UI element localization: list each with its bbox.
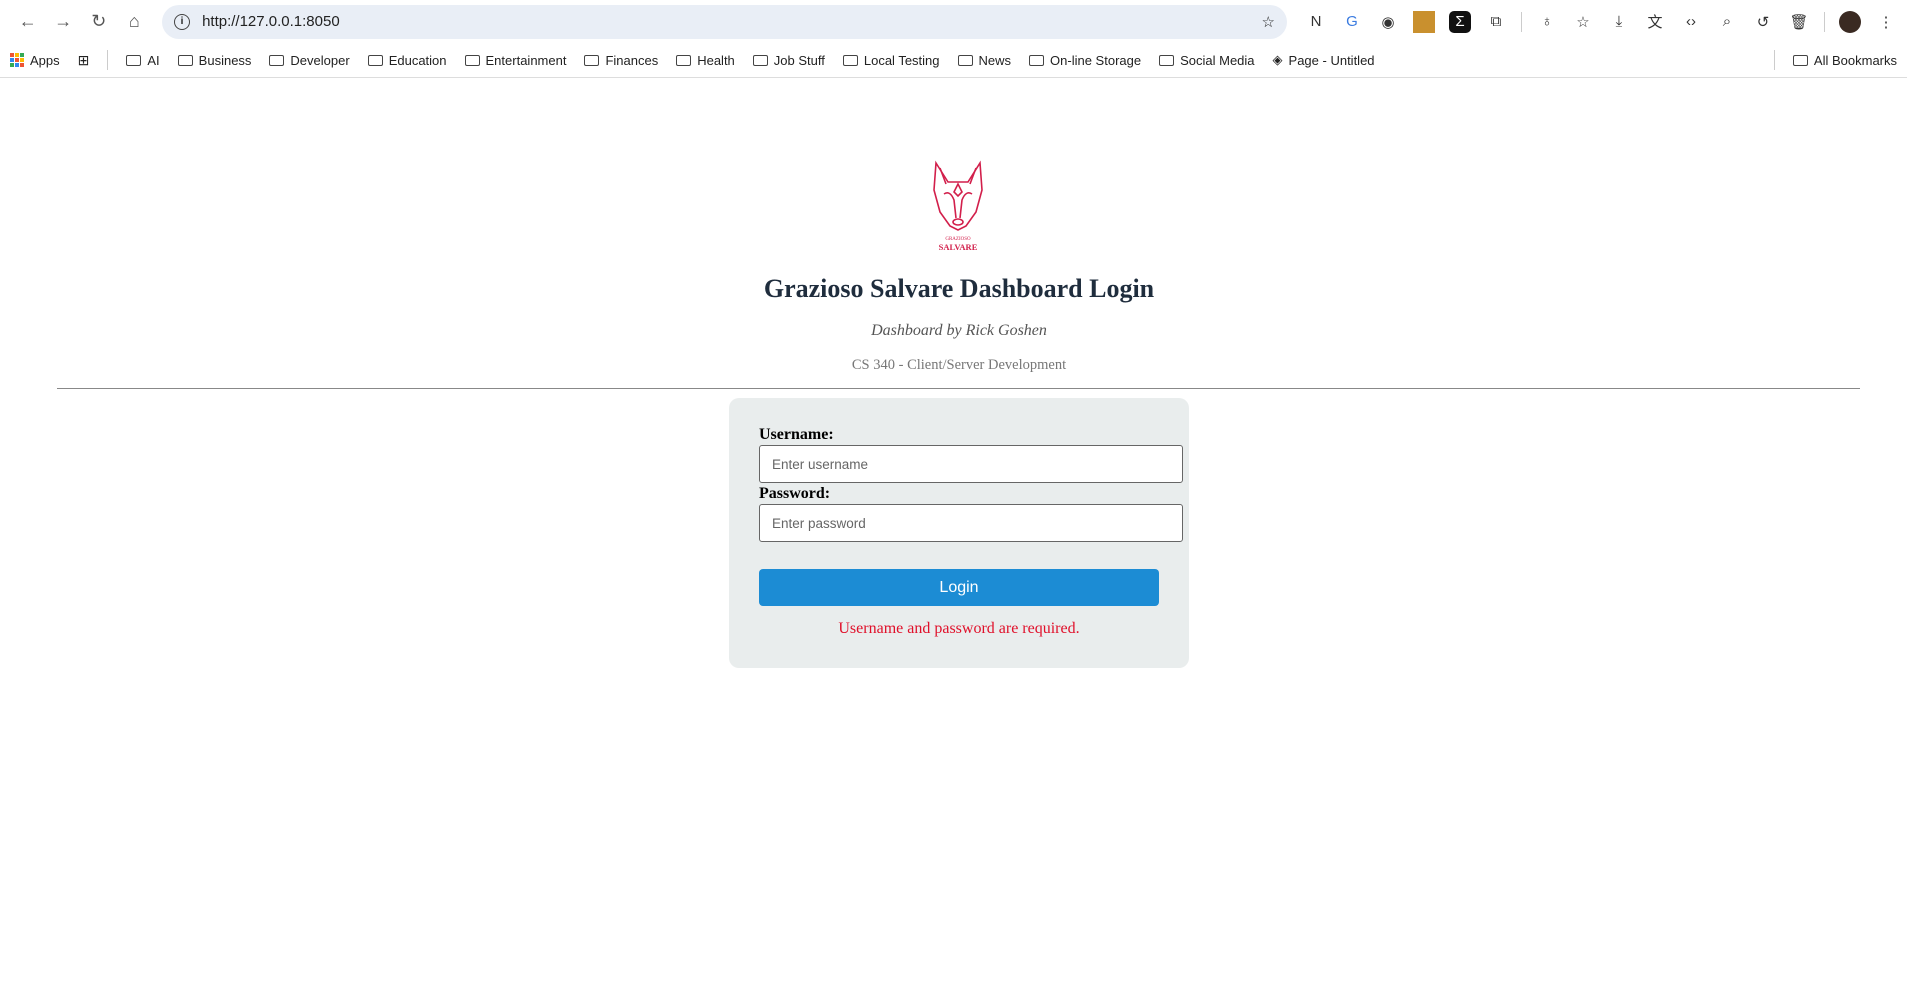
divider [1773,50,1775,70]
back-icon[interactable]: ← [10,4,46,40]
bookmark-folders: AI Business Developer Education Entertainmen… [126,52,1255,68]
folder-icon [957,54,973,66]
translate-page-icon[interactable]: 文 [1644,11,1666,33]
download-icon[interactable]: ⤓ [1608,11,1630,33]
bookmark-star-icon[interactable]: ☆ [1262,13,1275,31]
bookmark-label: Page - Untitled [1288,52,1375,68]
username-input[interactable] [759,445,1183,483]
login-card: Username: Password: Login Username and p… [729,398,1189,668]
tab-groups-icon[interactable]: ⊞ [78,52,90,69]
site-info-icon[interactable]: i [174,13,191,30]
author-subtitle: Dashboard by Rick Goshen [871,322,1047,339]
bookmark-folder[interactable]: Local Testing [842,52,940,68]
translate-icon[interactable]: G [1341,11,1363,33]
apps-icon [10,53,24,67]
page-title: Grazioso Salvare Dashboard Login [763,274,1155,303]
folder-icon [584,54,600,66]
bookmark-folder[interactable]: Education [367,52,447,68]
folder-icon [1029,54,1045,66]
folder-icon [1792,54,1808,66]
sigma-icon[interactable]: Σ [1449,10,1471,33]
bookmark-folder[interactable]: News [957,52,1012,68]
username-label: Username: [759,426,834,443]
bookmark-label: All Bookmarks [1813,52,1897,68]
bookmark-folder[interactable]: Health [676,53,735,68]
password-input[interactable] [759,504,1183,542]
incognito-icon[interactable]: ♁ [1536,11,1558,33]
bookmark-label: Finances [605,52,659,68]
folder-icon [676,54,692,66]
course-label: CS 340 - Client/Server Development [851,357,1067,373]
bookmark-label: Entertainment [485,52,567,68]
folder-icon [752,54,768,66]
bookmarks-star-icon[interactable]: ☆ [1572,11,1594,33]
code-icon[interactable]: ‹› [1680,11,1702,33]
folder-icon [1159,54,1175,66]
divider [57,388,1860,389]
browser-toolbar: ← → ↻ ⌂ i http://127.0.0.1:8050 ☆ N G ◉ … [0,0,1907,43]
all-bookmarks[interactable]: All Bookmarks [1792,52,1897,68]
bookmark-label: Apps [30,52,60,68]
divider [1824,11,1825,32]
history-icon[interactable]: ↺ [1752,11,1774,33]
bookmark-folder[interactable]: Developer [269,52,350,68]
address-bar[interactable]: i http://127.0.0.1:8050 ☆ [162,4,1287,39]
bookmark-folder[interactable]: Social Media [1159,52,1255,68]
bookmark-label: Health [697,52,735,68]
folder-icon [842,54,858,66]
bookmark-folder[interactable]: Entertainment [464,52,567,68]
folder-icon [269,54,285,66]
folder-icon [367,54,383,66]
bookmark-folder[interactable]: Finances [584,53,658,68]
image-extension-icon[interactable] [1413,10,1435,33]
folder-icon [177,54,193,66]
bookmark-label: News [978,52,1012,68]
bookmark-folder[interactable]: On-line Storage [1029,53,1141,68]
logo-text-line2: SALVARE [939,242,978,252]
password-label: Password: [759,485,831,502]
grazioso-salvare-logo: GRAZIOSO SALVARE [933,160,983,252]
bookmark-label: Job Stuff [773,52,825,68]
bookmarks-bar: Apps ⊞ AI Business Developer Education Enter… [0,43,1907,78]
home-icon[interactable]: ⌂ [117,4,153,40]
bookmark-page-untitled[interactable]: ◈ Page - Untitled [1273,52,1375,68]
divider [1521,11,1522,32]
forward-icon[interactable]: → [46,4,82,40]
profile-avatar[interactable] [1839,10,1861,33]
menu-icon[interactable]: ⋮ [1875,11,1897,33]
bookmark-label: Social Media [1180,52,1255,68]
trash-icon[interactable]: 🗑 [1788,11,1810,33]
bookmark-apps[interactable]: Apps [10,53,60,68]
reload-icon[interactable]: ↻ [81,4,117,40]
error-message: Username and password are required. [838,620,1080,637]
bookmark-folder[interactable]: Job Stuff [752,52,825,68]
bookmark-label: Business [198,52,252,68]
folder-icon [126,54,142,66]
extensions-puzzle-icon[interactable]: ⧉ [1485,11,1507,33]
password-icon[interactable]: ◉ [1377,11,1399,33]
login-button[interactable]: Login [759,569,1159,606]
folder-icon [464,54,480,66]
bookmark-label: Developer [290,52,350,68]
layers-icon: ◈ [1272,52,1283,67]
url-text[interactable]: http://127.0.0.1:8050 [202,13,1261,30]
bookmark-folder[interactable]: Business [177,52,252,68]
extensions: N G ◉ Σ ⧉ ♁ ☆ ⤓ 文 ‹› ⌕ ↺ 🗑 ⋮ [1305,10,1897,33]
notion-icon[interactable]: N [1305,11,1327,33]
bookmark-label: AI [147,52,160,68]
search-page-icon[interactable]: ⌕ [1716,11,1738,33]
bookmark-label: Local Testing [863,52,940,68]
bookmark-label: On-line Storage [1050,52,1142,68]
bookmark-label: Education [388,52,447,68]
divider [107,50,109,70]
bookmark-folder[interactable]: AI [126,52,160,68]
